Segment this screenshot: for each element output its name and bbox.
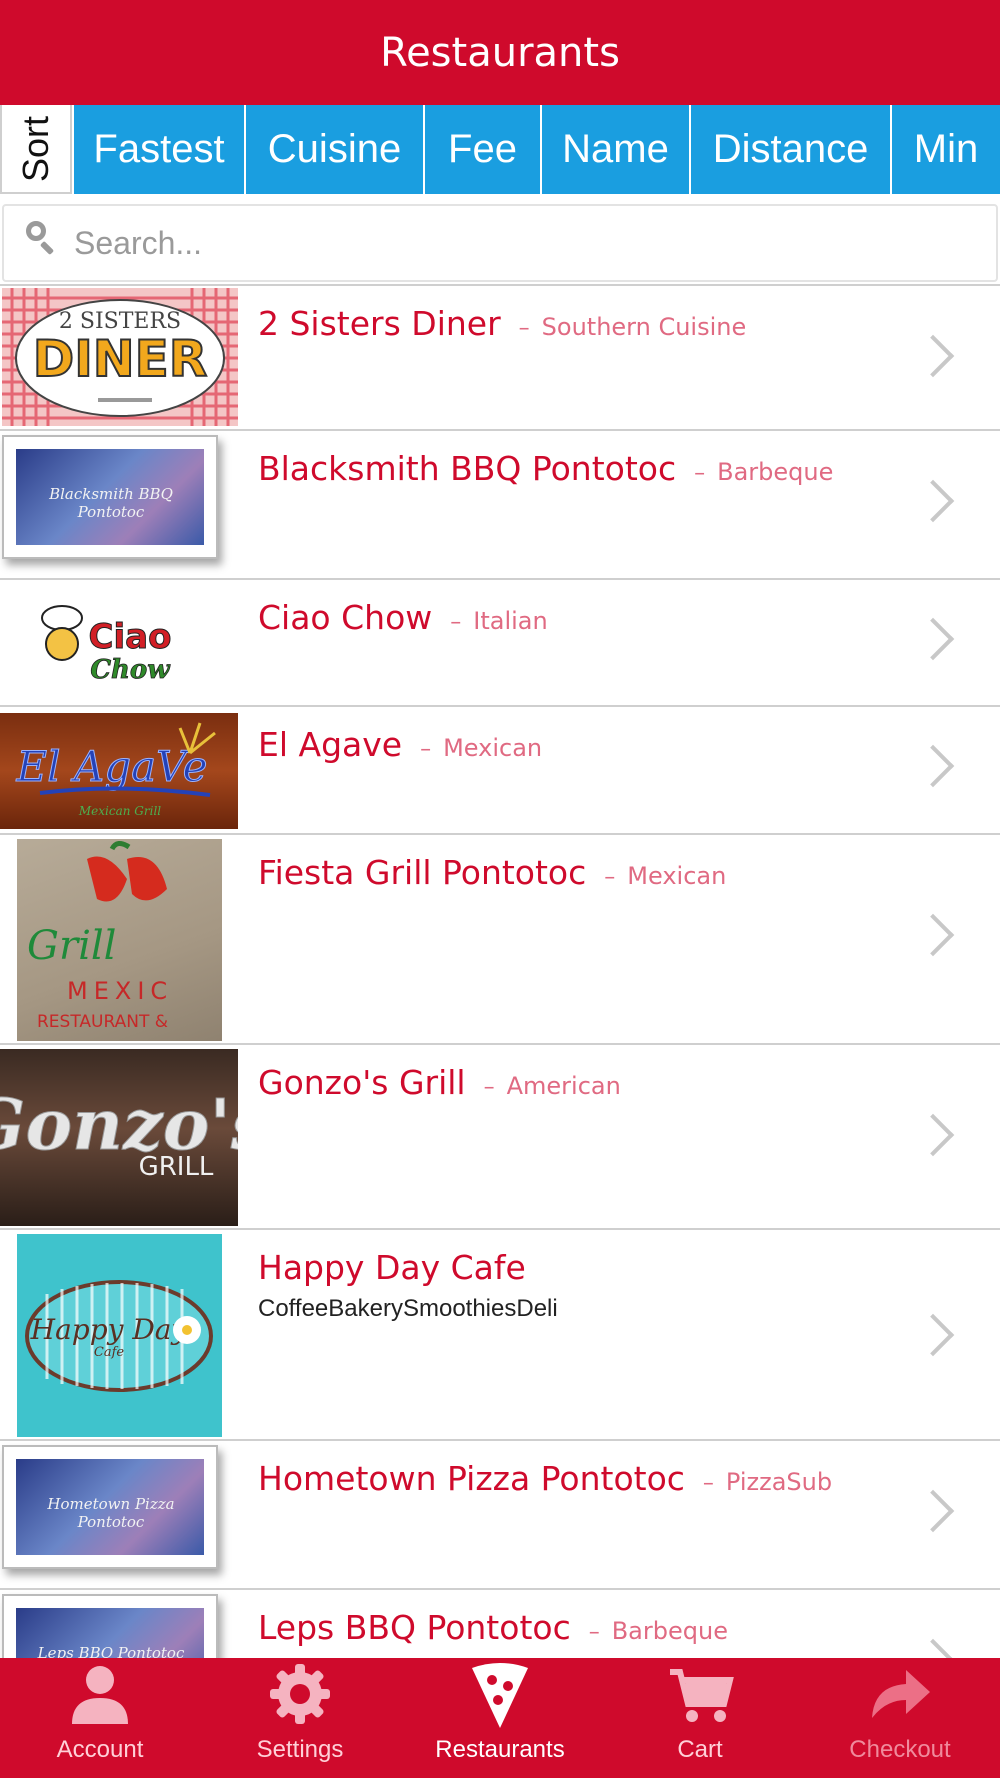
- sort-fee-button[interactable]: Fee: [423, 105, 540, 194]
- chevron-right-icon: [911, 1313, 955, 1357]
- chevron-right-icon: [911, 479, 955, 523]
- sort-fastest-button[interactable]: Fastest: [72, 105, 244, 194]
- tab-settings[interactable]: Settings: [200, 1658, 400, 1778]
- restaurant-row-happy-day-cafe[interactable]: Happy Day Cafe Happy Day Cafe CoffeeBake…: [0, 1230, 1000, 1441]
- separator: –: [694, 461, 706, 486]
- gear-icon: [270, 1664, 330, 1724]
- restaurant-cuisine: Barbeque: [717, 458, 834, 486]
- restaurant-logo: Ciao Chow: [0, 586, 238, 699]
- svg-text:Chow: Chow: [90, 655, 171, 685]
- separator: –: [420, 737, 432, 762]
- tab-restaurants[interactable]: Restaurants: [400, 1658, 600, 1778]
- svg-text:DINER: DINER: [33, 330, 208, 388]
- tab-checkout[interactable]: Checkout: [800, 1658, 1000, 1778]
- svg-text:Grill: Grill: [27, 923, 116, 969]
- sort-min-button[interactable]: Min: [890, 105, 1000, 194]
- page-title: Restaurants: [380, 29, 620, 76]
- svg-text:RESTAURANT &: RESTAURANT &: [37, 1012, 168, 1032]
- sort-bar: Sort Fastest Cuisine Fee Name Distance M…: [0, 105, 1000, 194]
- sort-name-button[interactable]: Name: [540, 105, 689, 194]
- restaurant-logo: Blacksmith BBQ Pontotoc: [2, 435, 218, 559]
- tab-account[interactable]: Account: [0, 1658, 200, 1778]
- svg-text:El AgaVe: El AgaVe: [15, 742, 207, 791]
- restaurant-list: 2 SISTERS DINER 2 Sisters Diner – Southern…: [0, 284, 1000, 1658]
- restaurant-row-leps-bbq[interactable]: Leps BBQ Pontotoc Leps BBQ Pontotoc – Barb…: [0, 1590, 1000, 1658]
- share-arrow-icon: [872, 1670, 930, 1718]
- restaurant-row-blacksmith-bbq[interactable]: Blacksmith BBQ Pontotoc Blacksmith BBQ P…: [0, 431, 1000, 580]
- restaurant-row-el-agave[interactable]: El AgaVe Mexican Grill El Agave – Mexican: [0, 707, 1000, 835]
- restaurant-name: Leps BBQ Pontotoc: [258, 1608, 571, 1647]
- restaurant-cuisine: Italian: [473, 607, 548, 635]
- separator: –: [702, 1471, 714, 1496]
- restaurant-tags: CoffeeBakerySmoothiesDeli: [258, 1295, 558, 1322]
- svg-text:GRILL: GRILL: [139, 1152, 214, 1182]
- restaurant-name: Fiesta Grill Pontotoc: [258, 853, 587, 892]
- bottom-tab-bar: Account Settings Restaurants Cart Checko…: [0, 1658, 1000, 1778]
- cart-icon: [670, 1669, 734, 1722]
- svg-text:Cafe: Cafe: [94, 1345, 125, 1360]
- search-bar: [0, 204, 1000, 282]
- restaurant-cuisine: Mexican: [443, 734, 543, 762]
- restaurant-cuisine: Southern Cuisine: [541, 313, 747, 341]
- chevron-right-icon: [911, 1489, 955, 1533]
- restaurant-name: Blacksmith BBQ Pontotoc: [258, 449, 677, 488]
- search-input[interactable]: [74, 224, 974, 262]
- restaurant-cuisine: American: [506, 1072, 621, 1100]
- sort-cuisine-button[interactable]: Cuisine: [244, 105, 423, 194]
- chevron-right-icon: [911, 744, 955, 788]
- svg-text:Mexican Grill: Mexican Grill: [78, 804, 161, 818]
- restaurant-logo: Leps BBQ Pontotoc: [2, 1594, 218, 1658]
- restaurant-row-fiesta-grill[interactable]: Grill MEXIC RESTAURANT & Fiesta Grill Po…: [0, 835, 1000, 1045]
- search-icon: [18, 215, 74, 271]
- chevron-right-icon: [911, 617, 955, 661]
- app-header: Restaurants: [0, 0, 1000, 105]
- svg-text:Happy Day: Happy Day: [30, 1313, 189, 1346]
- separator: –: [518, 316, 530, 341]
- svg-text:Ciao: Ciao: [89, 617, 172, 657]
- tab-label: Restaurants: [435, 1736, 565, 1763]
- tab-cart[interactable]: Cart: [600, 1658, 800, 1778]
- restaurant-cuisine: Barbeque: [611, 1617, 728, 1645]
- restaurant-name: Hometown Pizza Pontotoc: [258, 1459, 685, 1498]
- chevron-right-icon: [911, 1638, 955, 1658]
- restaurant-logo: Happy Day Cafe: [17, 1234, 222, 1437]
- restaurant-row-hometown-pizza[interactable]: Hometown Pizza Pontotoc Hometown Pizza P…: [0, 1441, 1000, 1590]
- tab-label: Cart: [677, 1736, 723, 1763]
- restaurant-name: Ciao Chow: [258, 598, 433, 637]
- separator: –: [588, 1620, 600, 1645]
- restaurant-logo: Hometown Pizza Pontotoc: [2, 1445, 218, 1569]
- svg-text:MEXIC: MEXIC: [67, 977, 173, 1005]
- restaurant-logo: 2 SISTERS DINER: [2, 288, 238, 426]
- restaurant-row-gonzos-grill[interactable]: Gonzo's GRILL Gonzo's Grill–American: [0, 1045, 1000, 1230]
- restaurant-row-ciao-chow[interactable]: Ciao Chow Ciao Chow – Italian: [0, 580, 1000, 707]
- chevron-right-icon: [911, 913, 955, 957]
- tab-label: Settings: [256, 1736, 344, 1763]
- restaurant-logo: Gonzo's GRILL: [0, 1049, 238, 1226]
- search-box: [2, 204, 998, 282]
- tab-label: Checkout: [849, 1736, 951, 1763]
- restaurant-name: Happy Day Cafe: [258, 1248, 526, 1287]
- separator: –: [604, 865, 616, 890]
- restaurant-name: 2 Sisters Diner: [258, 304, 501, 343]
- sort-label: Sort: [0, 105, 72, 194]
- user-icon: [72, 1666, 128, 1724]
- restaurant-logo: El AgaVe Mexican Grill: [0, 713, 238, 829]
- separator: –: [450, 610, 462, 635]
- pizza-icon: [472, 1663, 528, 1728]
- restaurant-cuisine: Mexican: [627, 862, 727, 890]
- tab-label: Account: [56, 1736, 144, 1763]
- sort-distance-button[interactable]: Distance: [689, 105, 890, 194]
- separator: –: [483, 1075, 495, 1100]
- restaurant-row-2-sisters-diner[interactable]: 2 SISTERS DINER 2 Sisters Diner – Southern…: [0, 286, 1000, 431]
- restaurant-logo: Grill MEXIC RESTAURANT &: [17, 839, 222, 1041]
- restaurant-cuisine: PizzaSub: [725, 1468, 833, 1496]
- restaurant-name: El Agave: [258, 725, 403, 764]
- chevron-right-icon: [911, 334, 955, 378]
- restaurant-name: Gonzo's Grill: [258, 1063, 466, 1102]
- chevron-right-icon: [911, 1113, 955, 1157]
